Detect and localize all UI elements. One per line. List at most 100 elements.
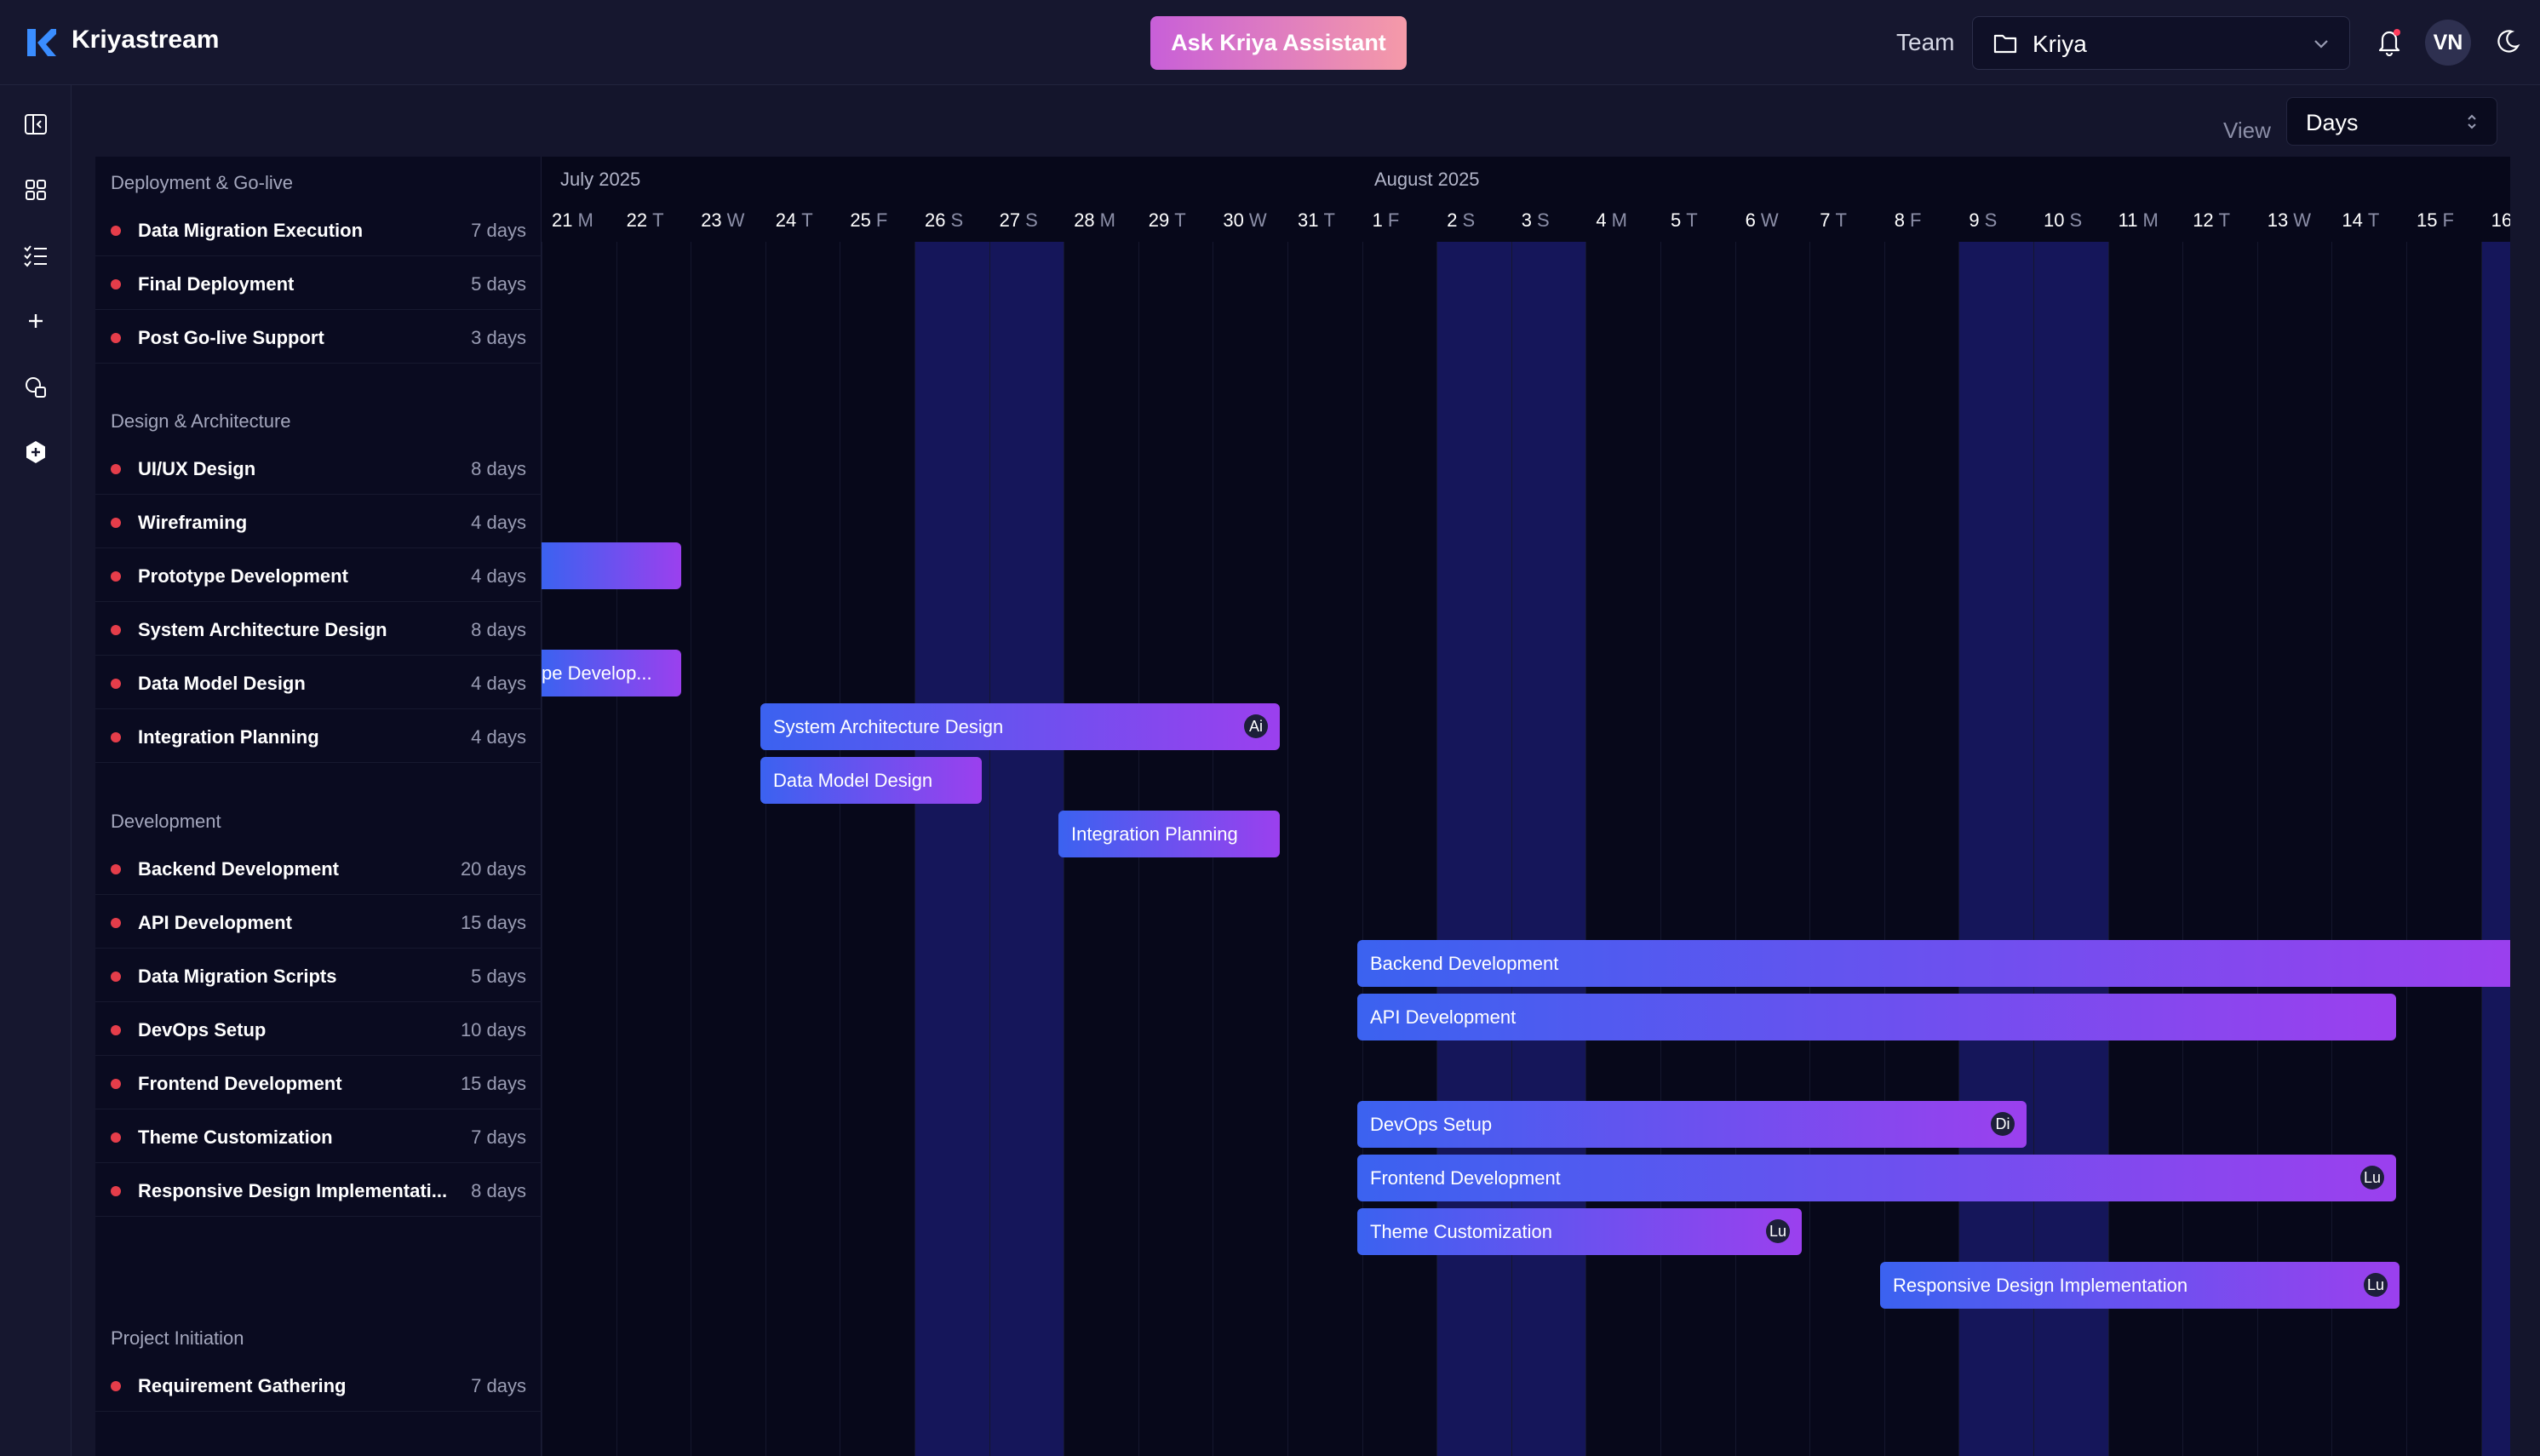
weekday-letter: M: [2142, 209, 2159, 231]
notification-bell-icon[interactable]: [2376, 27, 2403, 56]
gantt-bar[interactable]: Integration Planning: [1058, 811, 1280, 857]
gantt-bar[interactable]: Frontend Development Lu: [1357, 1155, 2396, 1201]
weekday-letter: F: [875, 209, 888, 231]
assignee-badge[interactable]: Lu: [2359, 1166, 2384, 1189]
task-row[interactable]: Backend Development 20 days: [95, 841, 542, 895]
task-row[interactable]: Post Go-live Support 3 days: [95, 310, 542, 364]
gantt-bar[interactable]: [542, 542, 681, 589]
hexagon-icon[interactable]: [22, 439, 49, 466]
gantt-bar[interactable]: Responsive Design Implementation Lu: [1880, 1262, 2400, 1309]
task-name: Final Deployment: [138, 273, 295, 295]
day-header: 7T: [1820, 209, 1847, 232]
weekday-letter: S: [1537, 209, 1550, 231]
task-row[interactable]: Theme Customization 7 days: [95, 1109, 542, 1163]
month-label: August 2025: [1374, 169, 1480, 190]
day-header: 12 T: [2193, 209, 2230, 232]
task-row[interactable]: Final Deployment 5 days: [95, 256, 542, 310]
task-row[interactable]: Wireframing 4 days: [95, 495, 542, 548]
assignee-badge[interactable]: Lu: [1765, 1219, 1790, 1243]
task-group-label: Design & Architecture: [111, 410, 291, 432]
day-number: 14: [2342, 209, 2363, 231]
weekday-letter: T: [1323, 209, 1335, 231]
panel-toggle-icon[interactable]: [22, 111, 49, 138]
view-label: View: [2223, 118, 2271, 143]
task-name: Prototype Development: [138, 565, 348, 587]
day-number: 9: [1969, 209, 1980, 231]
day-column: [915, 242, 989, 1456]
gantt-chart: July 2025 August 2025 21 M 22 T 23 W 24 T 25 F 26 S…: [95, 157, 2510, 1456]
task-duration: 4 days: [471, 673, 526, 694]
status-dot-icon: [111, 1079, 121, 1089]
day-header: 29 T: [1149, 209, 1186, 232]
grid-icon[interactable]: [22, 176, 49, 203]
gantt-bar[interactable]: pe Develop...: [542, 650, 681, 696]
chevron-up-down-icon: [2468, 114, 2476, 129]
task-name: Requirement Gathering: [138, 1375, 347, 1396]
day-column: [1585, 242, 1660, 1456]
assignee-badge[interactable]: Ai: [1244, 714, 1268, 738]
day-number: 12: [2193, 209, 2214, 231]
sidebar: [0, 85, 72, 1456]
day-column: [840, 242, 915, 1456]
weekday-letter: W: [1760, 209, 1779, 231]
task-row[interactable]: System Architecture Design 8 days: [95, 602, 542, 656]
ask-assistant-button[interactable]: Ask Kriya Assistant: [1150, 16, 1407, 70]
day-column: [2480, 242, 2510, 1456]
task-row[interactable]: DevOps Setup 10 days: [95, 1002, 542, 1056]
status-dot-icon: [111, 1132, 121, 1143]
task-name: Integration Planning: [138, 726, 319, 748]
task-name: API Development: [138, 912, 292, 933]
day-number: 28: [1074, 209, 1095, 231]
plus-icon[interactable]: [22, 307, 49, 335]
task-row[interactable]: Integration Planning 4 days: [95, 709, 542, 763]
gantt-bar[interactable]: API Development: [1357, 994, 2396, 1040]
task-row[interactable]: API Development 15 days: [95, 895, 542, 949]
view-select[interactable]: Days: [2286, 97, 2497, 146]
day-number: 16: [2491, 209, 2510, 231]
task-row[interactable]: Prototype Development 4 days: [95, 548, 542, 602]
weekday-letter: T: [2218, 209, 2231, 231]
day-header: 6W: [1746, 209, 1779, 232]
weekday-letter: T: [1174, 209, 1186, 231]
task-group-label: Development: [111, 811, 221, 832]
day-header: 15 F: [2417, 209, 2454, 232]
gantt-bar[interactable]: Theme Customization Lu: [1357, 1208, 1802, 1255]
status-dot-icon: [111, 625, 121, 635]
team-label: Team: [1896, 29, 1955, 55]
assignee-badge[interactable]: Di: [1991, 1112, 2015, 1136]
day-header: 24 T: [776, 209, 813, 232]
day-header: 10 S: [2044, 209, 2082, 232]
day-column: [691, 242, 765, 1456]
task-row[interactable]: Requirement Gathering 7 days: [95, 1358, 542, 1412]
task-list-icon[interactable]: [22, 242, 49, 269]
task-row[interactable]: Responsive Design Implementati... 8 days: [95, 1163, 542, 1217]
day-number: 3: [1521, 209, 1533, 231]
task-duration: 15 days: [460, 1073, 526, 1094]
weekday-letter: S: [1462, 209, 1476, 231]
gantt-bar[interactable]: Backend Development: [1357, 940, 2510, 987]
gantt-bar[interactable]: System Architecture Design Ai: [760, 703, 1280, 750]
gantt-bar[interactable]: DevOps Setup Di: [1357, 1101, 2027, 1148]
moon-icon[interactable]: [2495, 29, 2520, 54]
task-row[interactable]: Data Model Design 4 days: [95, 656, 542, 709]
user-avatar[interactable]: VN: [2425, 20, 2471, 66]
weekday-letter: T: [1686, 209, 1698, 231]
task-duration: 5 days: [471, 966, 526, 987]
kriyastream-logo-icon[interactable]: [26, 27, 56, 58]
month-label: July 2025: [560, 169, 641, 190]
gantt-bar[interactable]: Data Model Design: [760, 757, 982, 804]
day-header: 14 T: [2342, 209, 2379, 232]
task-row[interactable]: Data Migration Execution 7 days: [95, 203, 542, 256]
assignee-badge[interactable]: Lu: [2363, 1273, 2388, 1297]
day-column: [1287, 242, 1362, 1456]
task-row[interactable]: Data Migration Scripts 5 days: [95, 949, 542, 1002]
day-number: 2: [1447, 209, 1458, 231]
task-row[interactable]: UI/UX Design 8 days: [95, 441, 542, 495]
task-row[interactable]: Frontend Development 15 days: [95, 1056, 542, 1109]
team-select[interactable]: Kriya: [1972, 16, 2350, 70]
day-header: 11 M: [2119, 209, 2159, 232]
shapes-icon[interactable]: [22, 373, 49, 400]
day-column: [1436, 242, 1511, 1456]
status-dot-icon: [111, 333, 121, 343]
day-column: [616, 242, 691, 1456]
